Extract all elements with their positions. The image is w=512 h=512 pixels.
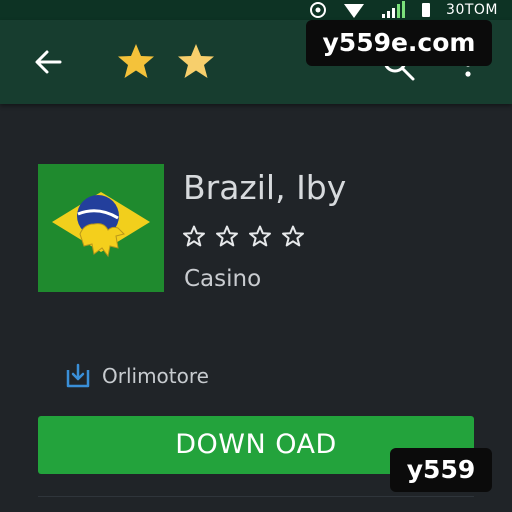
arrow-left-icon[interactable] <box>30 44 66 80</box>
battery-icon <box>422 3 431 17</box>
sync-icon <box>310 2 327 18</box>
star-icon <box>118 44 154 78</box>
status-time: 30TOM <box>446 2 498 18</box>
star-outline-icon[interactable] <box>248 224 272 248</box>
wifi-icon <box>344 4 365 18</box>
star-outline-icon[interactable] <box>215 224 239 248</box>
app-store-screen: 30TOM y559e.com Brazil, Iby Casino Orlim… <box>0 0 512 512</box>
status-icons: 30TOM <box>308 0 498 20</box>
developer-row[interactable]: Orlimotore <box>64 360 209 392</box>
app-icon[interactable] <box>38 164 164 292</box>
watermark-bottom: y559 <box>390 448 492 492</box>
watermark-top: y559e.com <box>306 20 492 66</box>
app-title: Brazil, Iby <box>183 168 347 207</box>
download-icon <box>66 363 90 388</box>
divider <box>38 496 474 497</box>
star-outline-icon[interactable] <box>281 224 305 248</box>
app-category: Casino <box>184 266 262 292</box>
rating-stars[interactable] <box>182 224 305 248</box>
brazil-flag-icon <box>38 164 164 292</box>
signal-icon <box>382 1 406 18</box>
developer-name[interactable]: Orlimotore <box>102 364 209 388</box>
status-bar: 30TOM <box>0 0 512 20</box>
star-outline-icon[interactable] <box>182 224 206 248</box>
star-icon <box>178 44 214 78</box>
